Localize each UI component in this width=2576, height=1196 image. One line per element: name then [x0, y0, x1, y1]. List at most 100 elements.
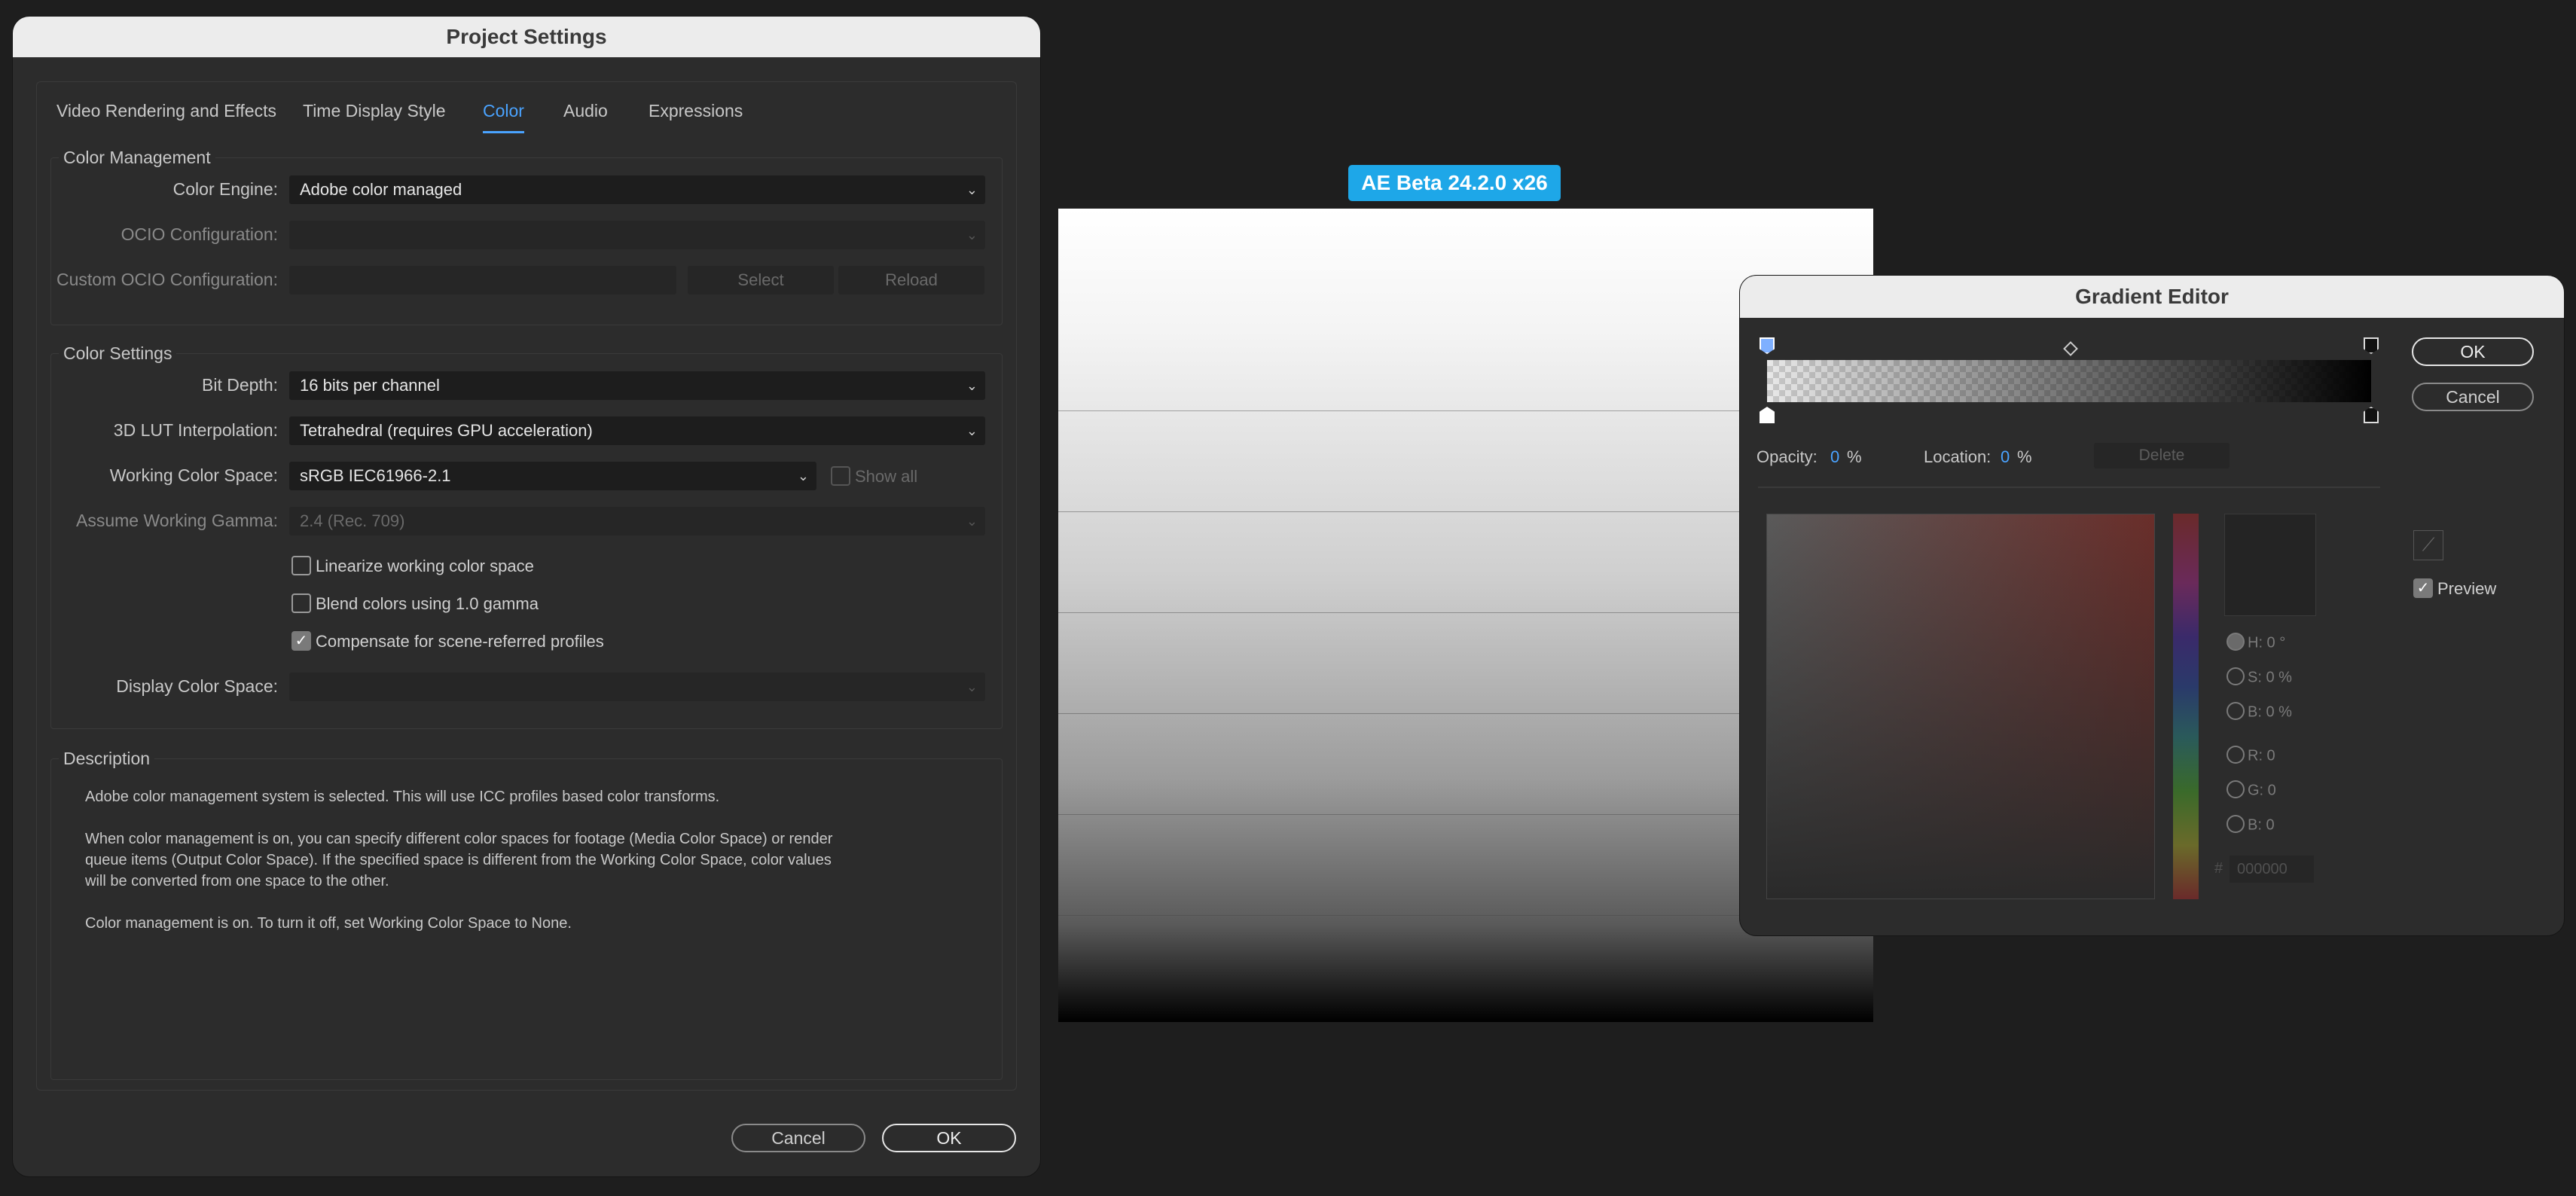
b2-label: B: 0: [2248, 816, 2275, 834]
brightness-radio[interactable]: B: 0 %: [2227, 702, 2292, 722]
ocio-dropdown[interactable]: ⌄: [289, 221, 985, 249]
select-button[interactable]: Select: [688, 266, 834, 294]
color-stop-black[interactable]: [2364, 407, 2379, 423]
show-all-checkbox[interactable]: Show all: [831, 466, 917, 487]
working-space-dropdown[interactable]: sRGB IEC61966-2.1 ⌄: [289, 462, 816, 490]
hue-slider[interactable]: [2173, 514, 2199, 899]
preview-label: Preview: [2437, 579, 2497, 598]
checkbox-icon: [831, 466, 850, 487]
radio-icon: [2227, 667, 2245, 685]
chevron-down-icon: ⌄: [966, 182, 978, 197]
dialog-title: Project Settings: [13, 17, 1040, 57]
tab-expressions[interactable]: Expressions: [649, 101, 743, 121]
color-swatch: [2224, 514, 2316, 616]
chevron-down-icon: ⌄: [966, 514, 978, 529]
separator: [1758, 487, 2380, 488]
green-radio[interactable]: G: 0: [2227, 780, 2276, 800]
hue-radio[interactable]: H: 0 °: [2227, 633, 2286, 652]
opacity-label: Opacity:: [1757, 447, 1818, 466]
custom-ocio-path[interactable]: [289, 266, 676, 294]
lut-value: Tetrahedral (requires GPU acceleration): [300, 421, 593, 440]
tab-time-display[interactable]: Time Display Style: [303, 101, 446, 121]
ok-button[interactable]: OK: [882, 1124, 1016, 1152]
lut-dropdown[interactable]: Tetrahedral (requires GPU acceleration) …: [289, 416, 985, 445]
checkbox-icon: [291, 556, 311, 576]
gamma-dropdown[interactable]: 2.4 (Rec. 709) ⌄: [289, 507, 985, 535]
opacity-value[interactable]: 0: [1830, 447, 1839, 467]
gradient-fill: [1767, 360, 2371, 402]
linearize-label: Linearize working color space: [316, 557, 534, 575]
working-space-label: Working Color Space:: [109, 465, 278, 485]
chevron-down-icon: ⌄: [966, 423, 978, 438]
tab-color[interactable]: Color: [483, 101, 524, 133]
g-label: G: 0: [2248, 782, 2276, 799]
h-label: H: 0 °: [2248, 634, 2286, 651]
reload-button[interactable]: Reload: [838, 266, 984, 294]
description-paragraph-2c: will be converted from one space to the …: [85, 873, 389, 889]
radio-icon: [2227, 780, 2245, 798]
compensate-label: Compensate for scene-referred profiles: [316, 632, 604, 651]
gradient-editor-dialog: Gradient Editor OK Cancel Opacity: 0 % L…: [1740, 276, 2564, 935]
chevron-down-icon: ⌄: [966, 679, 978, 694]
radio-icon: [2227, 746, 2245, 764]
eyedropper-icon[interactable]: ⟋: [2413, 530, 2443, 560]
description-paragraph-2b: queue items (Output Color Space). If the…: [85, 852, 832, 868]
preview-checkbox[interactable]: ✓ Preview: [2413, 578, 2496, 600]
ocio-label: OCIO Configuration:: [121, 224, 278, 244]
checkmark-icon: ✓: [291, 631, 311, 651]
group-legend: Color Settings: [63, 343, 172, 363]
hex-input[interactable]: 000000: [2230, 856, 2314, 883]
gamma-label: Assume Working Gamma:: [76, 511, 278, 530]
group-legend: Description: [63, 749, 151, 768]
bit-depth-dropdown[interactable]: 16 bits per channel ⌄: [289, 371, 985, 400]
location-label: Location:: [1924, 447, 1992, 466]
cancel-button[interactable]: Cancel: [731, 1124, 865, 1152]
bit-depth-label: Bit Depth:: [202, 375, 278, 395]
project-settings-dialog: Project Settings Video Rendering and Eff…: [13, 17, 1040, 1176]
compensate-checkbox[interactable]: ✓ Compensate for scene-referred profiles: [291, 631, 604, 652]
cancel-button[interactable]: Cancel: [2412, 383, 2534, 411]
description-paragraph-1: Adobe color management system is selecte…: [85, 789, 720, 805]
color-engine-dropdown[interactable]: Adobe color managed ⌄: [289, 175, 985, 204]
saturation-brightness-field[interactable]: [1766, 514, 2155, 899]
b-label: B: 0 %: [2248, 703, 2292, 721]
opacity-stop[interactable]: [2364, 337, 2379, 354]
chevron-down-icon: ⌄: [797, 468, 809, 484]
radio-icon: [2227, 815, 2245, 833]
chevron-down-icon: ⌄: [966, 378, 978, 393]
color-engine-label: Color Engine:: [172, 179, 278, 199]
dialog-title: Gradient Editor: [1740, 276, 2564, 318]
midpoint-diamond[interactable]: [2063, 341, 2078, 356]
custom-ocio-label: Custom OCIO Configuration:: [56, 270, 278, 289]
description-paragraph-2a: When color management is on, you can spe…: [85, 831, 833, 847]
display-space-dropdown[interactable]: ⌄: [289, 673, 985, 701]
location-unit: %: [2017, 447, 2032, 466]
hex-prefix: #: [2214, 860, 2223, 877]
color-engine-value: Adobe color managed: [300, 180, 462, 199]
display-space-label: Display Color Space:: [116, 676, 278, 696]
linearize-checkbox[interactable]: Linearize working color space: [291, 556, 534, 577]
color-stop-white[interactable]: [1760, 407, 1775, 423]
delete-button[interactable]: Delete: [2094, 443, 2230, 468]
opacity-unit: %: [1847, 447, 1862, 466]
s-label: S: 0 %: [2248, 669, 2292, 686]
checkmark-icon: ✓: [2413, 578, 2433, 599]
blend-checkbox[interactable]: Blend colors using 1.0 gamma: [291, 593, 539, 615]
gamma-value: 2.4 (Rec. 709): [300, 511, 405, 530]
r-label: R: 0: [2248, 747, 2275, 764]
radio-icon: [2227, 702, 2245, 720]
chevron-down-icon: ⌄: [966, 227, 978, 243]
tab-audio[interactable]: Audio: [563, 101, 608, 121]
ok-button[interactable]: OK: [2412, 337, 2534, 366]
saturation-radio[interactable]: S: 0 %: [2227, 667, 2292, 687]
bit-depth-value: 16 bits per channel: [300, 376, 440, 395]
opacity-stop-selected[interactable]: [1760, 337, 1775, 354]
red-radio[interactable]: R: 0: [2227, 746, 2275, 765]
description-paragraph-3: Color management is on. To turn it off, …: [85, 915, 572, 932]
tab-video-rendering[interactable]: Video Rendering and Effects: [56, 101, 276, 121]
version-badge: AE Beta 24.2.0 x26: [1348, 165, 1561, 201]
show-all-label: Show all: [855, 467, 918, 486]
location-value[interactable]: 0: [2001, 447, 2010, 467]
gradient-bar[interactable]: [1767, 360, 2371, 402]
blue-radio[interactable]: B: 0: [2227, 815, 2275, 834]
